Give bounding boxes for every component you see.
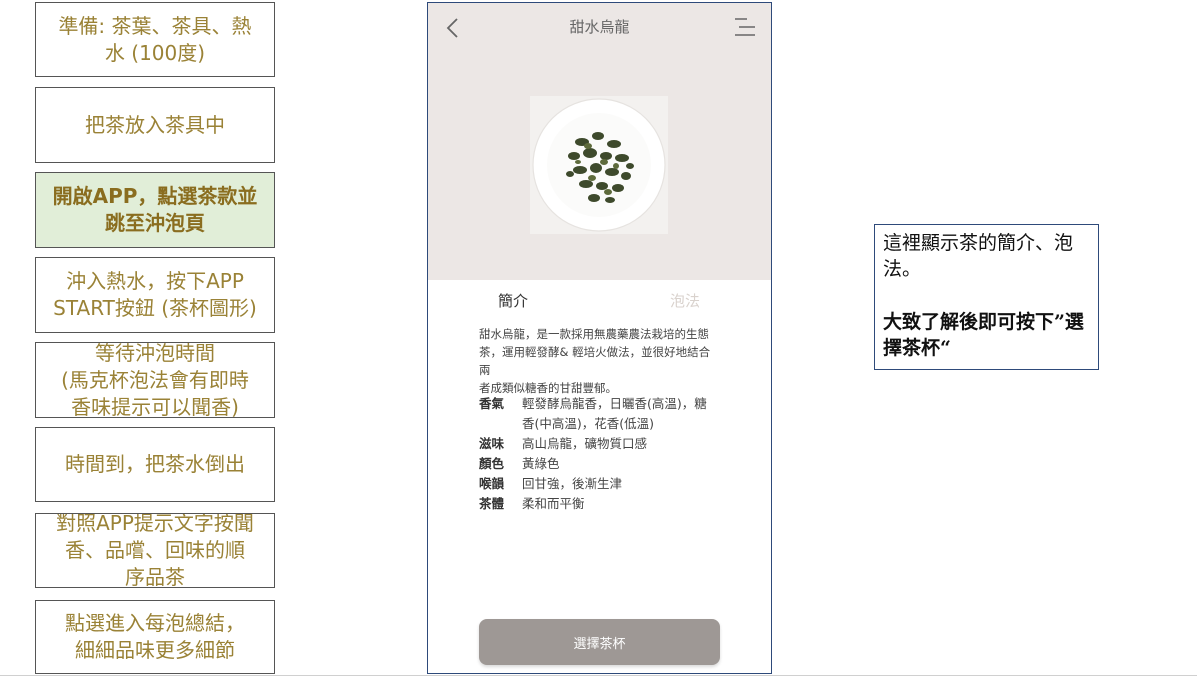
note-intro-text: 這裡顯示茶的簡介、泡法。	[883, 232, 1074, 280]
tab-method[interactable]: 泡法	[670, 290, 700, 311]
attr-row-color: 顏色 黃綠色	[479, 454, 729, 474]
step-taste: 對照APP提示文字按聞 香、品嚐、回味的順 序品茶	[35, 513, 275, 588]
attr-key: 滋味	[479, 436, 505, 451]
attr-value: 高山烏龍，礦物質口感	[522, 436, 648, 451]
attr-row-body: 茶體 柔和而平衡	[479, 494, 729, 514]
attr-key: 茶體	[479, 496, 505, 511]
attr-value: 輕發酵烏龍香，日曬香(高溫)，糖 香(中高溫)，花香(低溫)	[522, 396, 707, 431]
tea-title: 甜水烏龍	[569, 18, 630, 36]
tab-intro[interactable]: 簡介	[498, 290, 528, 311]
attr-row-aroma: 香氣 輕發酵烏龍香，日曬香(高溫)，糖 香(中高溫)，花香(低溫)	[479, 394, 729, 434]
note-action-text: 大致了解後即可按下”選擇茶杯“	[883, 311, 1084, 359]
attr-row-taste: 滋味 高山烏龍，礦物質口感	[479, 434, 729, 454]
tea-attributes: 香氣 輕發酵烏龍香，日曬香(高溫)，糖 香(中高溫)，花香(低溫) 滋味 高山烏…	[479, 394, 729, 514]
phone-mockup: 甜水烏龍 簡介 泡法 甜水烏龍，是一款採用無農藥農法栽培的生態 茶，運用輕發酵&…	[427, 2, 772, 674]
attr-value: 回甘強，後漸生津	[522, 476, 623, 491]
attr-value: 柔和而平衡	[522, 496, 585, 511]
step-add-tea: 把茶放入茶具中	[35, 87, 275, 163]
select-cup-button[interactable]: 選擇茶杯	[479, 619, 720, 665]
step-summary: 點選進入每泡總結， 細細品味更多細節	[35, 600, 275, 674]
attr-row-finish: 喉韻 回甘強，後漸生津	[479, 474, 729, 494]
attr-key: 顏色	[479, 456, 505, 471]
step-pour-water: 沖入熱水，按下APP START按鈕 (茶杯圖形)	[35, 257, 275, 333]
attr-key: 喉韻	[479, 476, 505, 491]
step-pour-out: 時間到，把茶水倒出	[35, 427, 275, 502]
attr-key: 香氣	[479, 396, 505, 411]
menu-lines-icon[interactable]	[733, 16, 757, 38]
step-wait-brew: 等待沖泡時間 (馬克杯泡法會有即時 香味提示可以聞香)	[35, 342, 275, 418]
tea-leaves-image	[530, 96, 668, 234]
tea-description: 甜水烏龍，是一款採用無農藥農法栽培的生態 茶，運用輕發酵& 輕培火做法，並很好地…	[479, 327, 711, 395]
attr-value: 黃綠色	[522, 456, 560, 471]
annotation-note: 這裡顯示茶的簡介、泡法。 大致了解後即可按下”選擇茶杯“	[874, 224, 1099, 370]
step-prepare: 準備: 茶葉、茶具、熱 水 (100度)	[35, 2, 275, 77]
step-open-app: 開啟APP，點選茶款並 跳至沖泡頁	[35, 172, 275, 248]
